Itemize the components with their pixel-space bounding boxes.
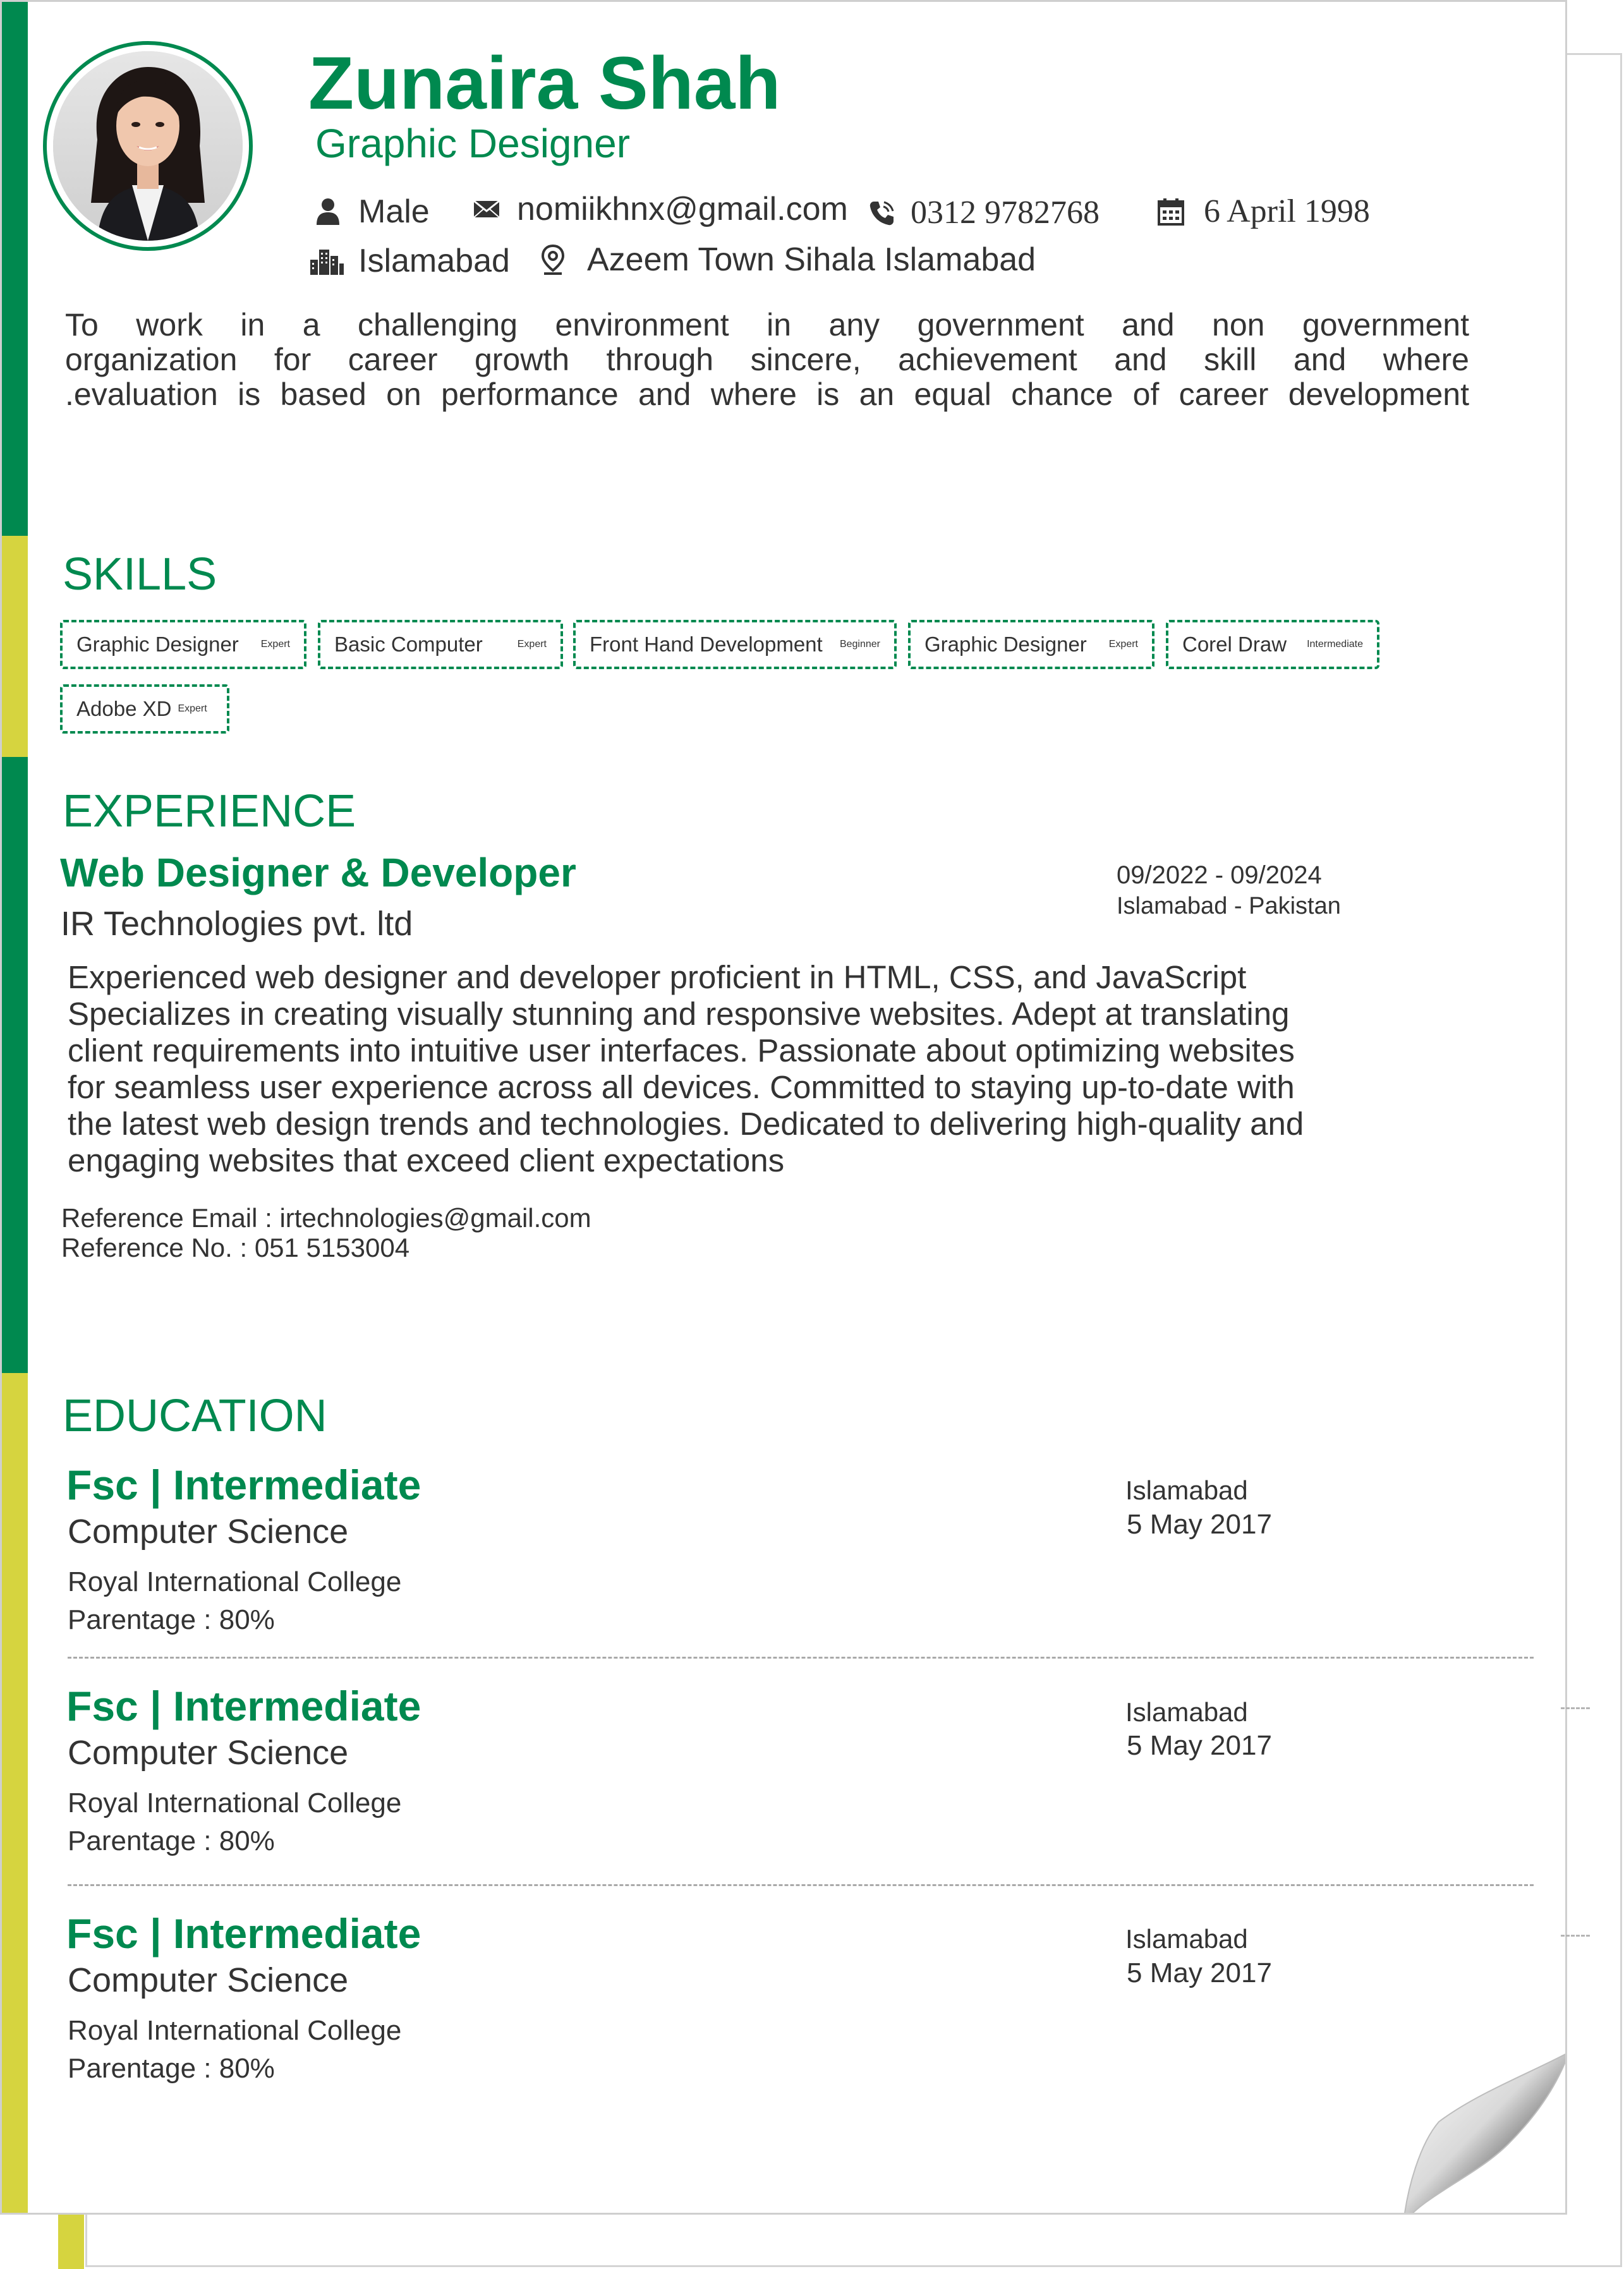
portrait-illustration [53, 51, 243, 241]
objective-line: .evaluation is based on performance and … [65, 377, 1469, 412]
skill-level: Beginner [839, 639, 880, 650]
skill-name: Graphic Designer [924, 632, 1087, 656]
experience-heading: EXPERIENCE [63, 786, 356, 837]
education-percentage: Parentage : 80% [68, 2053, 275, 2084]
email-text[interactable]: nomiikhnx@gmail.com [517, 193, 848, 226]
education-degree: Fsc | Intermediate [66, 1461, 421, 1508]
envelope-icon [473, 200, 500, 218]
skill-chip: Adobe XD Expert [60, 684, 229, 734]
job-dates: 09/2022 - 09/2024 [1117, 861, 1322, 889]
skills-heading: SKILLS [63, 549, 217, 600]
accent-stripe-green [2, 2, 28, 536]
description-line: the latest web design trends and technol… [68, 1106, 1304, 1142]
candidate-title: Graphic Designer [315, 121, 630, 166]
education-field: Computer Science [68, 1513, 349, 1551]
company-name: IR Technologies pvt. ltd [61, 905, 413, 943]
gender-info: Male [315, 195, 430, 228]
candidate-name: Zunaira Shah [308, 42, 781, 125]
accent-stripe-yellow [2, 536, 28, 757]
accent-stripe-green [2, 757, 28, 1373]
skill-name: Front Hand Development [590, 632, 823, 656]
address-text: Azeem Town Sihala Islamabad [587, 241, 1036, 278]
location-pin-icon [541, 244, 565, 275]
career-objective: To work in a challenging environment in … [65, 308, 1469, 412]
skill-name: Adobe XD [76, 697, 172, 720]
reference-number: Reference No. : 051 5153004 [61, 1233, 410, 1262]
skill-chip: Graphic Designer Expert [908, 620, 1154, 669]
education-percentage: Parentage : 80% [68, 1825, 275, 1856]
buildings-icon [310, 250, 344, 275]
skill-name: Corel Draw [1182, 632, 1287, 656]
city-info: Islamabad [309, 245, 510, 277]
education-institution: Royal International College [68, 1788, 402, 1818]
skill-chip: Corel Draw Intermediate [1166, 620, 1379, 669]
page-curl [1404, 2053, 1565, 2213]
side-tick [1561, 1935, 1590, 1937]
education-percentage: Parentage : 80% [68, 1604, 275, 1635]
skill-level: Expert [1108, 639, 1138, 650]
education-city: Islamabad [1125, 1697, 1248, 1727]
education-heading: EDUCATION [63, 1391, 327, 1441]
education-degree: Fsc | Intermediate [66, 1683, 421, 1729]
skill-chip: Basic Computer Expert [318, 620, 563, 669]
education-field: Computer Science [68, 1734, 349, 1772]
phone-info: 0312 9782768 [868, 197, 1100, 229]
skill-chip: Front Hand Development Beginner [573, 620, 897, 669]
side-tick [1561, 1707, 1590, 1709]
dob-text: 6 April 1998 [1204, 193, 1370, 229]
under-stripe [58, 2215, 84, 2269]
description-line: for seamless user experience across all … [68, 1069, 1295, 1105]
skill-name: Basic Computer [334, 632, 483, 656]
phone-icon [870, 201, 894, 226]
education-institution: Royal International College [68, 1566, 402, 1597]
phone-text: 0312 9782768 [911, 195, 1100, 231]
job-description: Experienced web designer and developer p… [68, 959, 1382, 1179]
resume-page: Zunaira Shah Graphic Designer Male nomii… [0, 0, 1567, 2215]
description-line: engaging websites that exceed client exp… [68, 1142, 785, 1178]
objective-line: To work in a challenging environment in … [65, 307, 1469, 342]
skill-level: Expert [517, 639, 547, 650]
education-degree: Fsc | Intermediate [66, 1910, 421, 1957]
gender-text: Male [358, 193, 430, 230]
divider [68, 1884, 1534, 1886]
skill-level: Intermediate [1307, 639, 1363, 650]
education-institution: Royal International College [68, 2015, 402, 2046]
calendar-icon [1158, 198, 1184, 226]
education-field: Computer Science [68, 1961, 349, 1999]
education-city: Islamabad [1125, 1924, 1248, 1954]
address-info: Azeem Town Sihala Islamabad [540, 243, 1036, 276]
skill-level: Expert [178, 703, 207, 714]
job-title: Web Designer & Developer [60, 850, 576, 895]
description-line: Specializes in creating visually stunnin… [68, 996, 1290, 1032]
person-icon [317, 198, 339, 225]
job-location: Islamabad - Pakistan [1117, 893, 1341, 919]
dob-info: 6 April 1998 [1157, 195, 1370, 228]
skill-chip: Graphic Designer Expert [60, 620, 306, 669]
reference-email: Reference Email : irtechnologies@gmail.c… [61, 1203, 591, 1233]
skill-name: Graphic Designer [76, 632, 239, 656]
education-date: 5 May 2017 [1127, 1509, 1272, 1540]
profile-photo [43, 41, 253, 251]
description-line: Experienced web designer and developer p… [68, 959, 1247, 995]
divider [68, 1657, 1534, 1659]
objective-line: organization for career growth through s… [65, 342, 1469, 377]
education-date: 5 May 2017 [1127, 1957, 1272, 1988]
accent-stripe-yellow [2, 1373, 28, 2213]
skill-level: Expert [260, 639, 290, 650]
email-info: nomiikhnx@gmail.com [473, 193, 848, 226]
description-line: client requirements into intuitive user … [68, 1032, 1295, 1068]
education-city: Islamabad [1125, 1475, 1248, 1505]
city-text: Islamabad [358, 243, 510, 279]
education-date: 5 May 2017 [1127, 1730, 1272, 1761]
